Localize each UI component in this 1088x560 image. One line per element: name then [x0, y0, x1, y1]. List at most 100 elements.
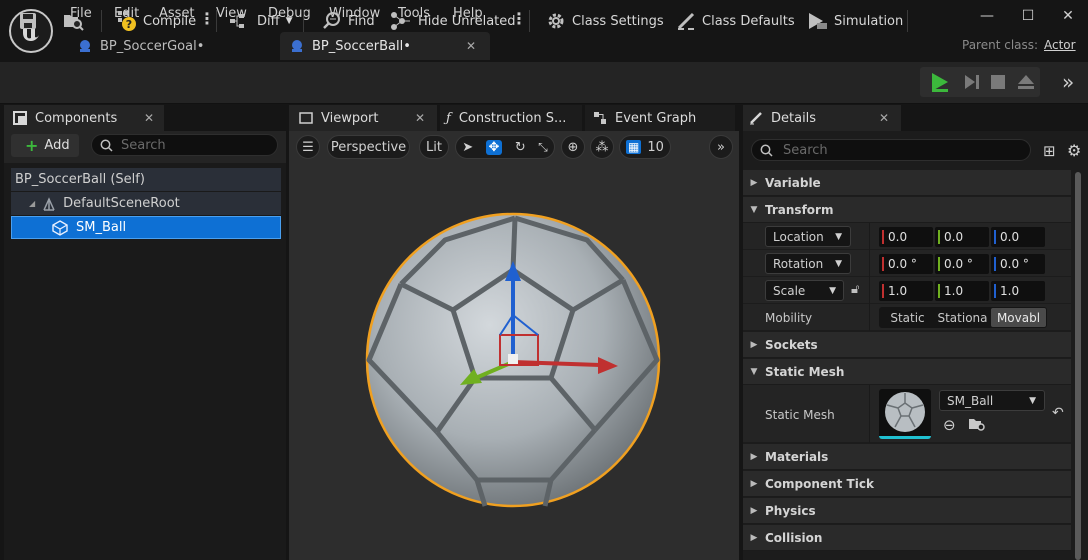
mobility-label: Mobility [765, 311, 813, 325]
compile-options-icon[interactable]: ⋮ [199, 9, 215, 28]
mobility-stationary-option[interactable]: Stationa [936, 308, 989, 327]
details-tab[interactable]: Details ✕ [743, 105, 901, 131]
category-component-tick[interactable]: ▶ Component Tick [743, 471, 1071, 497]
y-axis-marker [938, 230, 940, 244]
rotate-mode-icon[interactable]: ↻ [515, 140, 526, 155]
close-icon[interactable]: ✕ [879, 111, 889, 125]
toolbar-divider [101, 10, 102, 32]
scale-z-field[interactable]: 1.0 [991, 281, 1045, 301]
stop-icon[interactable] [990, 74, 1006, 90]
category-static-mesh[interactable]: ▼ Static Mesh [743, 359, 1071, 385]
mobility-static-option[interactable]: Static [880, 308, 935, 327]
tree-item-default-scene-root[interactable]: ◢ DefaultSceneRoot [11, 192, 281, 215]
tab-label: BP_SoccerBall• [312, 38, 411, 54]
close-window-icon[interactable]: ✕ [1058, 8, 1078, 28]
chevron-down-icon: ▼ [835, 231, 842, 242]
chevron-down-icon: ▼ [1029, 395, 1036, 406]
grid-value: 10 [647, 139, 664, 155]
translate-gizmo[interactable] [450, 255, 625, 390]
close-icon[interactable]: ✕ [144, 111, 154, 125]
class-defaults-label: Class Defaults [702, 13, 795, 29]
category-physics[interactable]: ▶ Physics [743, 498, 1071, 524]
column-divider [869, 223, 870, 331]
simulation-button[interactable]: Simulation [806, 8, 903, 34]
category-variable[interactable]: ▶ Variable [743, 170, 1071, 196]
scale-y-field[interactable]: 1.0 [935, 281, 989, 301]
hide-unrelated-icon [391, 12, 410, 30]
tab-viewport[interactable]: Viewport ✕ [289, 105, 437, 131]
surface-snapping-icon[interactable]: ⁂ [590, 135, 614, 159]
save-icon[interactable] [18, 8, 38, 34]
static-mesh-dropdown[interactable]: SM_Ball ▼ [939, 390, 1045, 411]
tree-item-self[interactable]: BP_SoccerBall (Self) [11, 168, 281, 191]
viewport-more-icon[interactable]: » [709, 135, 733, 159]
location-y-field[interactable]: 0.0 [935, 227, 989, 247]
world-local-icon[interactable]: ⊕ [561, 135, 585, 159]
category-sockets[interactable]: ▶ Sockets [743, 332, 1071, 358]
location-x-field[interactable]: 0.0 [879, 227, 933, 247]
tab-bp-soccerball[interactable]: BP_SoccerBall• ✕ [280, 32, 490, 60]
scale-mode-icon[interactable]: ⤡ [538, 140, 548, 155]
rotation-x-field[interactable]: 0.0 ° [879, 254, 933, 274]
rotation-z-field[interactable]: 0.0 ° [991, 254, 1045, 274]
minimize-icon[interactable]: — [977, 8, 997, 28]
browse-to-asset-icon[interactable] [968, 416, 986, 432]
rotation-dropdown[interactable]: Rotation ▼ [765, 253, 851, 274]
rotation-label: Rotation [773, 256, 824, 271]
play-icon[interactable] [928, 71, 952, 93]
lit-label: Lit [426, 139, 442, 155]
table-view-icon[interactable]: ⊞ [1043, 142, 1056, 160]
compile-button[interactable]: ? Compile [117, 8, 196, 34]
eject-icon[interactable] [1016, 73, 1036, 91]
reset-to-default-icon[interactable]: ↶ [1052, 405, 1064, 421]
step-icon[interactable] [961, 73, 981, 91]
parent-class-link[interactable]: Actor [1044, 38, 1076, 52]
components-search-input[interactable]: Search [91, 134, 278, 156]
chevron-right-double-icon[interactable]: » [1062, 70, 1074, 94]
maximize-icon[interactable]: ☐ [1018, 8, 1038, 28]
location-label: Location [773, 229, 824, 244]
class-settings-button[interactable]: Class Settings [546, 8, 664, 34]
expand-arrow-icon: ▶ [750, 339, 758, 350]
components-tab[interactable]: Components ✕ [4, 105, 164, 131]
class-defaults-button[interactable]: Class Defaults [676, 8, 795, 34]
tree-item-label: SM_Ball [76, 220, 127, 235]
perspective-button[interactable]: Perspective [327, 135, 410, 159]
hide-unrelated-options-icon[interactable]: ⋮ [511, 9, 527, 28]
add-component-button[interactable]: + Add [11, 134, 79, 157]
category-label: Variable [765, 175, 821, 190]
category-label: Transform [765, 202, 834, 217]
hide-unrelated-button[interactable]: Hide Unrelated [390, 8, 516, 34]
hamburger-menu-icon[interactable]: ☰ [296, 135, 320, 159]
close-icon[interactable]: ✕ [466, 39, 476, 53]
location-z-field[interactable]: 0.0 [991, 227, 1045, 247]
tab-bp-soccergoal[interactable]: BP_SoccerGoal• [70, 32, 275, 60]
tab-event-graph[interactable]: Event Graph [585, 105, 735, 131]
details-search-input[interactable]: Search [751, 139, 1031, 161]
tree-item-sm-ball[interactable]: SM_Ball [11, 216, 281, 239]
lit-button[interactable]: Lit [419, 135, 449, 159]
translate-mode-icon[interactable]: ✥ [485, 139, 503, 155]
settings-gear-icon[interactable]: ⚙ [1067, 141, 1081, 160]
x-axis-marker [882, 230, 884, 244]
grid-snap-button[interactable]: ▦ 10 [619, 135, 671, 159]
unlock-icon[interactable]: 🔓︎ [851, 282, 859, 297]
use-selected-asset-icon[interactable]: ⊖ [943, 416, 956, 434]
mobility-movable-option[interactable]: Movabl [991, 308, 1046, 327]
tab-construction-script[interactable]: ƒ Construction S... [440, 105, 582, 131]
mesh-thumbnail[interactable] [879, 389, 931, 439]
browse-icon[interactable] [62, 8, 84, 34]
category-materials[interactable]: ▶ Materials [743, 444, 1071, 470]
location-dropdown[interactable]: Location ▼ [765, 226, 851, 247]
scale-x-field[interactable]: 1.0 [879, 281, 933, 301]
details-scrollbar[interactable] [1075, 172, 1081, 560]
close-icon[interactable]: ✕ [415, 111, 425, 125]
find-button[interactable]: Find [322, 8, 375, 34]
select-mode-icon[interactable]: ➤ [462, 140, 473, 155]
scale-dropdown[interactable]: Scale ▼ [765, 280, 844, 301]
plus-icon: + [25, 136, 39, 155]
category-collision[interactable]: ▶ Collision [743, 525, 1071, 551]
diff-button[interactable]: Diff ▼ [229, 8, 293, 34]
category-transform[interactable]: ▼ Transform [743, 197, 1071, 223]
rotation-y-field[interactable]: 0.0 ° [935, 254, 989, 274]
